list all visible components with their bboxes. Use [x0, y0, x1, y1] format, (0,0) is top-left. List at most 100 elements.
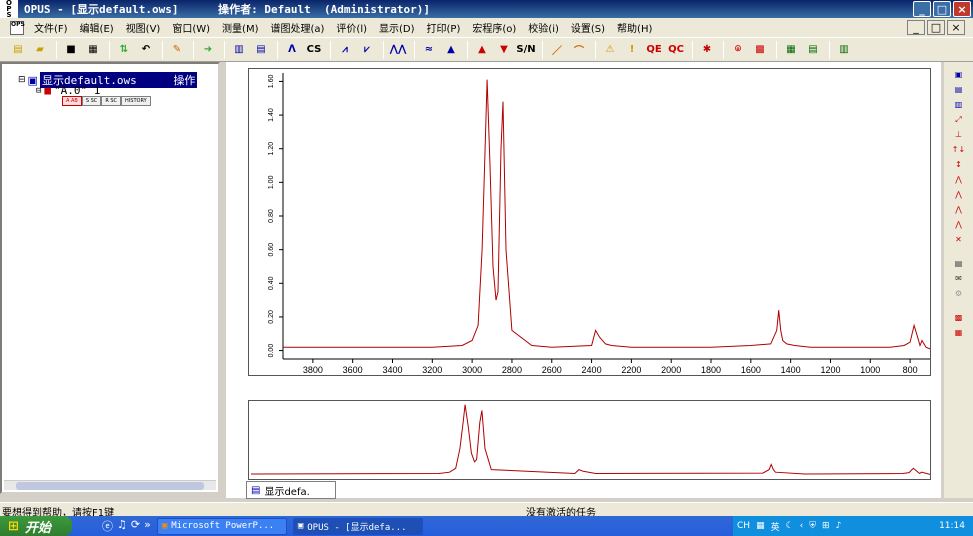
undo-icon[interactable]: ↶ [136, 41, 156, 59]
menu-macro[interactable]: 宏程序(o) [466, 20, 522, 35]
sort-icon[interactable]: ⇅ [114, 41, 134, 59]
y-tick-label: 0.60 [268, 243, 275, 257]
volume-icon[interactable]: ♪ [836, 521, 842, 531]
ime-icon[interactable]: ▦ [756, 521, 765, 531]
list-icon[interactable]: ▤ [803, 41, 823, 59]
fit-icon[interactable]: ⩗ [357, 41, 377, 59]
peak-icon[interactable]: ᐱ [282, 41, 302, 59]
menu-settings[interactable]: 设置(S) [565, 20, 611, 35]
tag-icon[interactable]: ⌾ [728, 41, 748, 59]
mdi-close-button[interactable]: × [947, 20, 965, 35]
network-icon[interactable]: ⊞ [822, 521, 830, 531]
table-icon[interactable]: ▥ [229, 41, 249, 59]
menu-window[interactable]: 窗口(W) [166, 20, 216, 35]
mail-icon[interactable]: ✉ [951, 274, 967, 286]
x-tick-label: 1200 [820, 365, 840, 375]
tab-ssc[interactable]: S SC [81, 96, 102, 106]
tab-history[interactable]: HISTORY [121, 96, 151, 106]
menu-validate[interactable]: 校验(i) [522, 20, 565, 35]
menu-measure[interactable]: 测量(M) [216, 20, 264, 35]
fit2-icon[interactable]: ⋀ [951, 220, 967, 232]
move-icon[interactable]: ↕ [951, 160, 967, 172]
sn-icon[interactable]: S/N [516, 41, 536, 59]
view-icon[interactable]: ▣ [951, 70, 967, 82]
menu-print[interactable]: 打印(P) [421, 20, 467, 35]
menu-view[interactable]: 视图(V) [120, 20, 167, 35]
mdi-restore-button[interactable]: □ [927, 20, 945, 35]
menu-evaluate[interactable]: 评价(l) [330, 20, 373, 35]
grid2-icon[interactable]: ▥ [834, 41, 854, 59]
menu-process[interactable]: 谱图处理(a) [264, 20, 330, 35]
wave-icon[interactable]: ⋀⋀ [388, 41, 408, 59]
menu-display[interactable]: 显示(D) [373, 20, 421, 35]
overview-plot[interactable] [248, 400, 931, 480]
folder-icon[interactable]: ▰ [30, 41, 50, 59]
moon-icon[interactable]: ☾ [786, 521, 794, 531]
stack-icon[interactable]: ⊥ [951, 130, 967, 142]
shift-icon[interactable]: ↑↓ [951, 145, 967, 157]
peak-pick-icon[interactable]: ▲ [441, 41, 461, 59]
grid-icon[interactable]: ▤ [251, 41, 271, 59]
maximize-button[interactable]: □ [933, 1, 951, 17]
tray-chevron-icon[interactable]: ‹ [800, 521, 804, 531]
tray-lang[interactable]: CH [737, 521, 750, 531]
cross-icon[interactable]: ✕ [951, 235, 967, 247]
collapse-icon[interactable]: ⊟ [36, 86, 41, 96]
tab-ab[interactable]: A AB [62, 96, 82, 106]
log-icon[interactable]: ▦ [951, 328, 967, 340]
cs-icon[interactable]: CS [304, 41, 324, 59]
menu-file[interactable]: 文件(F) [28, 20, 74, 35]
mdi-minimize-button[interactable]: _ [907, 20, 925, 35]
expand-icon[interactable]: ⤢ [951, 115, 967, 127]
menu-bar: OPS 文件(F) 编辑(E) 视图(V) 窗口(W) 测量(M) 谱图处理(a… [0, 18, 973, 38]
menu-help[interactable]: 帮助(H) [611, 20, 658, 35]
close-button[interactable]: × [953, 1, 971, 17]
mark-icon[interactable]: ▲ [472, 41, 492, 59]
peak-mark-icon[interactable]: ⋀ [951, 190, 967, 202]
media-icon[interactable]: ♫ [117, 518, 127, 534]
scale-icon[interactable]: ▥ [951, 100, 967, 112]
tool-icon[interactable]: ⚙ [951, 289, 967, 301]
tab-rsc[interactable]: R SC [101, 96, 122, 106]
layout-icon[interactable]: ▦ [781, 41, 801, 59]
hist-icon[interactable]: ▩ [951, 313, 967, 325]
baseline-icon[interactable]: ⩘ [335, 41, 355, 59]
collapse-icon[interactable]: ⊟ [18, 75, 26, 85]
ie-icon[interactable]: ⓔ [102, 518, 113, 534]
scrollbar-thumb[interactable] [16, 482, 204, 490]
x-tick-label: 3200 [422, 365, 442, 375]
qc-icon[interactable]: QC [666, 41, 686, 59]
task-opus[interactable]: ▣ OPUS - [显示defa... [292, 517, 423, 535]
horizontal-scrollbar[interactable] [4, 480, 216, 490]
y-tick-label: 0.80 [268, 209, 275, 223]
mark2-icon[interactable]: ▼ [494, 41, 514, 59]
shield-icon[interactable]: ⛨ [809, 521, 816, 531]
tray-ime[interactable]: 英 [771, 520, 780, 533]
color-icon[interactable]: ▩ [750, 41, 770, 59]
edit-icon[interactable]: ⌒ [569, 41, 589, 59]
name-icon[interactable]: ✎ [167, 41, 187, 59]
task-powerpoint[interactable]: ▣ Microsoft PowerP... [156, 517, 287, 535]
compress-icon[interactable]: ⋀ [951, 175, 967, 187]
refresh-icon[interactable]: ⟳ [131, 518, 140, 534]
arrow-icon[interactable]: ➜ [198, 41, 218, 59]
menu-edit[interactable]: 编辑(E) [74, 20, 120, 35]
integrate-icon[interactable]: ≈ [419, 41, 439, 59]
minimize-button[interactable]: _ [913, 1, 931, 17]
spectrum-plot[interactable]: 3800 3600 3400 3200 3000 2800 2600 2400 2200 2000… [248, 68, 931, 376]
save-icon[interactable]: ■ [61, 41, 81, 59]
open-icon[interactable]: ▤ [8, 41, 28, 59]
warning-icon[interactable]: ⚠ [600, 41, 620, 59]
document-tab[interactable]: ▤ 显示defa. [246, 481, 336, 499]
qe-icon[interactable]: QE [644, 41, 664, 59]
star-icon[interactable]: ✱ [697, 41, 717, 59]
peak-mark2-icon[interactable]: ⋀ [951, 205, 967, 217]
start-button[interactable]: ⊞ 开始 [0, 516, 72, 536]
pen-icon[interactable]: ／ [547, 41, 567, 59]
spectrum-line [283, 79, 931, 350]
save-all-icon[interactable]: ▦ [83, 41, 103, 59]
zoom-icon[interactable]: ▤ [951, 85, 967, 97]
expand-quicklaunch-icon[interactable]: » [144, 518, 151, 534]
exclaim-icon[interactable]: ! [622, 41, 642, 59]
print-icon[interactable]: ▤ [951, 259, 967, 271]
